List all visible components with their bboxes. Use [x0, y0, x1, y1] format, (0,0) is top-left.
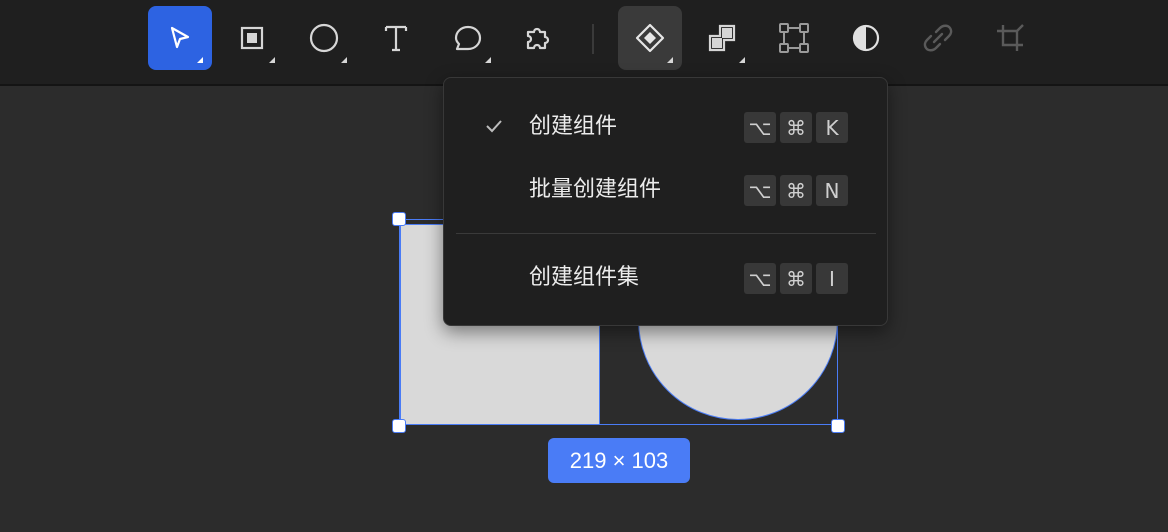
toolbar-separator — [592, 24, 594, 54]
link-icon — [923, 24, 953, 52]
shortcut-key-letter: N — [816, 175, 848, 206]
link-tool-button[interactable] — [906, 6, 970, 70]
menu-item-create-component-set[interactable]: 创建组件集 ⌥ ⌘ I — [444, 253, 887, 303]
crop-tool-button[interactable] — [978, 6, 1042, 70]
cursor-arrow-icon — [170, 26, 190, 49]
top-toolbar — [0, 0, 1168, 86]
shortcut-key-letter: I — [816, 263, 848, 294]
text-t-icon — [384, 25, 408, 52]
dropdown-corner-icon — [667, 57, 673, 63]
comment-tool-button[interactable] — [436, 6, 500, 70]
resize-handle-bottom-left[interactable] — [392, 419, 406, 433]
boolean-union-icon — [708, 24, 736, 52]
frame-tool-button[interactable] — [220, 6, 284, 70]
component-tool-button[interactable] — [618, 6, 682, 70]
select-tool-button[interactable] — [148, 6, 212, 70]
menu-item-label: 创建组件集 — [529, 265, 640, 290]
shortcut-key-letter: K — [816, 112, 848, 143]
menu-item-batch-create-component[interactable]: 批量创建组件 ⌥ ⌘ N — [444, 165, 887, 215]
vector-points-button[interactable] — [762, 6, 826, 70]
shortcut-key-command: ⌘ — [780, 112, 812, 143]
selection-size-badge: 219 × 103 — [548, 438, 690, 483]
frame-square-icon — [240, 26, 264, 50]
shortcut-key-command: ⌘ — [780, 263, 812, 294]
shortcut-key-option: ⌥ — [744, 263, 776, 294]
menu-item-create-component[interactable]: 创建组件 ⌥ ⌘ K — [444, 102, 887, 152]
plugin-tool-button[interactable] — [506, 6, 570, 70]
crop-icon — [997, 24, 1024, 51]
dropdown-corner-icon — [739, 57, 745, 63]
menu-item-label: 批量创建组件 — [529, 177, 662, 202]
bounding-box-icon — [779, 23, 809, 53]
dropdown-corner-icon — [341, 57, 347, 63]
shortcut-key-command: ⌘ — [780, 175, 812, 206]
resize-handle-bottom-right[interactable] — [831, 419, 845, 433]
component-dropdown-menu: 创建组件 ⌥ ⌘ K 批量创建组件 ⌥ ⌘ N 创建组件集 ⌥ ⌘ I — [443, 77, 888, 326]
text-tool-button[interactable] — [364, 6, 428, 70]
component-diamond-icon — [635, 23, 665, 53]
shortcut-key-option: ⌥ — [744, 112, 776, 143]
ellipse-tool-button[interactable] — [292, 6, 356, 70]
contrast-mask-icon — [852, 24, 880, 52]
menu-item-label: 创建组件 — [529, 114, 618, 139]
checkmark-icon — [486, 120, 502, 133]
menu-divider — [456, 233, 876, 234]
shortcut-key-option: ⌥ — [744, 175, 776, 206]
dropdown-corner-icon — [197, 57, 203, 63]
puzzle-icon — [526, 27, 550, 50]
dropdown-corner-icon — [485, 57, 491, 63]
circle-icon — [309, 23, 339, 53]
speech-bubble-icon — [454, 25, 482, 51]
dropdown-corner-icon — [269, 57, 275, 63]
resize-handle-top-left[interactable] — [392, 212, 406, 226]
boolean-tool-button[interactable] — [690, 6, 754, 70]
mask-tool-button[interactable] — [834, 6, 898, 70]
